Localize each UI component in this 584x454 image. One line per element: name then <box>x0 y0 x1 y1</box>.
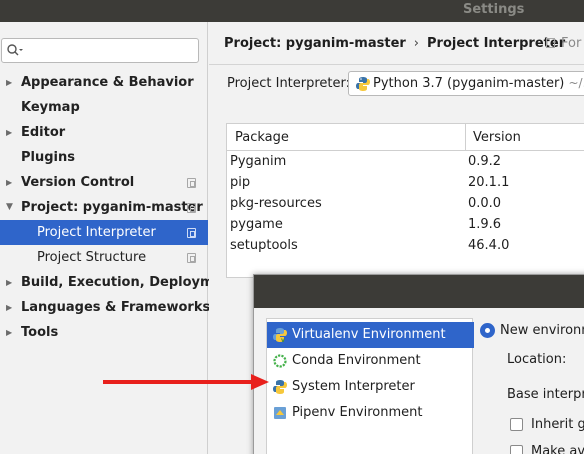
list-item-conda[interactable]: Conda Environment <box>267 348 474 374</box>
for-current-project-label: For c <box>546 36 584 51</box>
location-label: Location: <box>507 352 567 367</box>
dialog-titlebar <box>254 275 584 308</box>
sidebar-item-plugins[interactable]: Plugins <box>0 145 208 170</box>
sidebar-item-version-control[interactable]: ▶ Version Control <box>0 170 208 195</box>
virtualenv-icon: v <box>273 328 287 343</box>
add-interpreter-dialog: v Virtualenv Environment Conda Environme… <box>253 274 584 454</box>
project-settings-icon <box>187 203 196 213</box>
expand-arrow-icon[interactable]: ▶ <box>6 320 12 345</box>
expand-arrow-icon[interactable]: ▶ <box>6 120 12 145</box>
python-icon <box>273 380 287 394</box>
window-titlebar: Settings <box>0 0 584 22</box>
interpreter-select[interactable]: Python 3.7 (pyganim-master) ~/.virtua <box>348 71 584 96</box>
python-icon <box>356 77 370 91</box>
interpreter-name: Python 3.7 (pyganim-master) <box>373 76 565 91</box>
base-interpreter-label: Base interpre <box>507 387 584 402</box>
column-header-version[interactable]: Version <box>473 130 521 145</box>
annotation-arrow <box>103 374 269 390</box>
window-title: Settings <box>463 2 525 17</box>
sidebar-item-languages[interactable]: ▶ Languages & Frameworks <box>0 295 210 320</box>
search-input[interactable] <box>1 38 199 63</box>
interpreter-path: ~/.virtua <box>568 76 584 90</box>
expand-arrow-icon[interactable]: ▶ <box>6 270 12 295</box>
column-header-package[interactable]: Package <box>235 130 289 145</box>
sidebar-item-keymap[interactable]: Keymap <box>0 95 208 120</box>
inherit-global-label: Inherit gl <box>531 417 584 432</box>
expand-arrow-icon[interactable]: ▶ <box>6 70 12 95</box>
list-item-pipenv[interactable]: Pipenv Environment <box>267 400 474 426</box>
sidebar-item-build[interactable]: ▶ Build, Execution, Deployment <box>0 270 238 295</box>
collapse-arrow-icon[interactable]: ▼ <box>6 195 13 220</box>
packages-table: Package Version Pyganim 0.9.2 pip 20.1.1… <box>226 123 584 278</box>
sidebar-item-tools[interactable]: ▶ Tools <box>0 320 208 345</box>
pipenv-icon <box>274 407 286 419</box>
sidebar-item-appearance[interactable]: ▶ Appearance & Behavior <box>0 70 208 95</box>
list-item-system-interpreter[interactable]: System Interpreter <box>267 374 474 400</box>
table-header: Package Version <box>227 124 584 151</box>
make-available-checkbox[interactable] <box>510 445 523 454</box>
new-environment-label: New environm <box>500 323 584 338</box>
project-settings-icon <box>187 178 196 188</box>
make-available-label: Make ava <box>531 444 584 454</box>
sidebar-item-project-structure[interactable]: Project Structure <box>0 245 208 270</box>
sidebar-item-project[interactable]: ▼ Project: pyganim-master <box>0 195 208 220</box>
project-settings-icon <box>187 253 196 263</box>
breadcrumb-project: Project: pyganim-master <box>224 36 406 51</box>
expand-arrow-icon[interactable]: ▶ <box>6 295 12 320</box>
header-divider <box>209 64 584 65</box>
table-row[interactable]: pkg-resources 0.0.0 <box>227 194 584 215</box>
svg-text:v: v <box>281 337 285 343</box>
list-item-virtualenv[interactable]: v Virtualenv Environment <box>267 322 474 348</box>
search-icon <box>7 44 23 56</box>
table-row[interactable]: pip 20.1.1 <box>227 173 584 194</box>
table-row[interactable]: pygame 1.9.6 <box>227 215 584 236</box>
sidebar-item-project-interpreter[interactable]: Project Interpreter <box>0 220 208 245</box>
project-settings-icon <box>546 38 555 48</box>
breadcrumb-separator: › <box>413 36 419 51</box>
new-environment-radio[interactable] <box>480 323 495 338</box>
project-settings-icon <box>187 228 196 238</box>
column-divider[interactable] <box>465 124 466 151</box>
breadcrumb-page: Project Interpreter <box>427 36 566 51</box>
environment-type-list: v Virtualenv Environment Conda Environme… <box>266 318 474 454</box>
interpreter-label: Project Interpreter: <box>227 76 351 91</box>
inherit-global-checkbox[interactable] <box>510 418 523 431</box>
table-row[interactable]: setuptools 46.4.0 <box>227 236 584 257</box>
expand-arrow-icon[interactable]: ▶ <box>6 170 12 195</box>
sidebar-item-editor[interactable]: ▶ Editor <box>0 120 208 145</box>
breadcrumb: Project: pyganim-master › Project Interpre… <box>224 36 565 51</box>
table-row[interactable]: Pyganim 0.9.2 <box>227 152 584 173</box>
conda-icon <box>273 354 287 368</box>
